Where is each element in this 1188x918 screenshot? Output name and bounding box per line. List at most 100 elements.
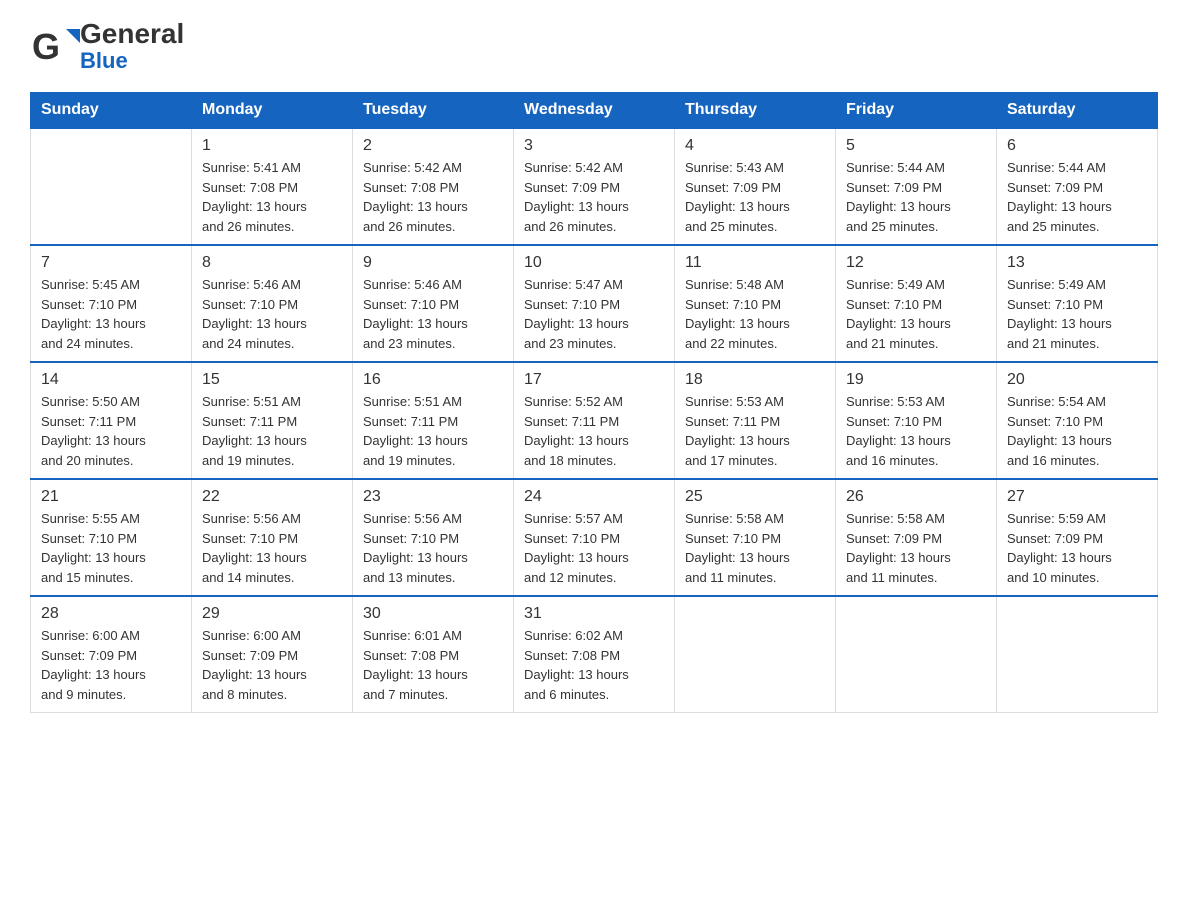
- day-number: 31: [524, 605, 664, 623]
- day-number: 3: [524, 137, 664, 155]
- day-info: Sunrise: 5:53 AM Sunset: 7:10 PM Dayligh…: [846, 392, 986, 470]
- svg-text:G: G: [32, 26, 60, 67]
- calendar-cell: 10Sunrise: 5:47 AM Sunset: 7:10 PM Dayli…: [514, 245, 675, 362]
- calendar-cell: 2 Sunrise: 5:42 AM Sunset: 7:08 PM Daylig…: [353, 128, 514, 245]
- day-info: Sunrise: 5:56 AM Sunset: 7:10 PM Dayligh…: [363, 509, 503, 587]
- calendar-cell: 13 Sunrise: 5:49 AM Sunset: 7:10 PM Dayli…: [997, 245, 1158, 362]
- calendar-cell: 14 Sunrise: 5:50 AM Sunset: 7:11 PM Dayli…: [31, 362, 192, 479]
- calendar-cell: 3 Sunrise: 5:42 AM Sunset: 7:09 PM Daylig…: [514, 128, 675, 245]
- calendar-cell: 19Sunrise: 5:53 AM Sunset: 7:10 PM Dayli…: [836, 362, 997, 479]
- calendar-cell: 7Sunrise: 5:45 AM Sunset: 7:10 PM Daylig…: [31, 245, 192, 362]
- calendar-cell: 11 Sunrise: 5:48 AM Sunset: 7:10 PM Dayli…: [675, 245, 836, 362]
- day-number: 28: [41, 605, 181, 623]
- day-info: Sunrise: 6:00 AM Sunset: 7:09 PM Dayligh…: [202, 626, 342, 704]
- calendar-cell: 6 Sunrise: 5:44 AM Sunset: 7:09 PM Daylig…: [997, 128, 1158, 245]
- header-tuesday: Tuesday: [353, 93, 514, 129]
- day-number: 6: [1007, 137, 1147, 155]
- day-number: 12: [846, 254, 986, 272]
- day-info: Sunrise: 5:46 AM Sunset: 7:10 PM Dayligh…: [363, 275, 503, 353]
- day-number: 7: [41, 254, 181, 272]
- day-info: Sunrise: 5:44 AM Sunset: 7:09 PM Dayligh…: [1007, 158, 1147, 236]
- calendar-cell: 30Sunrise: 6:01 AM Sunset: 7:08 PM Dayli…: [353, 596, 514, 713]
- day-number: 2: [363, 137, 503, 155]
- day-number: 16: [363, 371, 503, 389]
- day-number: 18: [685, 371, 825, 389]
- day-info: Sunrise: 6:02 AM Sunset: 7:08 PM Dayligh…: [524, 626, 664, 704]
- day-info: Sunrise: 5:53 AM Sunset: 7:11 PM Dayligh…: [685, 392, 825, 470]
- day-number: 17: [524, 371, 664, 389]
- calendar-week-row: 28 Sunrise: 6:00 AM Sunset: 7:09 PM Dayli…: [31, 596, 1158, 713]
- calendar-week-row: 14 Sunrise: 5:50 AM Sunset: 7:11 PM Dayli…: [31, 362, 1158, 479]
- calendar-cell: 16 Sunrise: 5:51 AM Sunset: 7:11 PM Dayli…: [353, 362, 514, 479]
- calendar-week-row: 7Sunrise: 5:45 AM Sunset: 7:10 PM Daylig…: [31, 245, 1158, 362]
- calendar-cell: 20 Sunrise: 5:54 AM Sunset: 7:10 PM Dayli…: [997, 362, 1158, 479]
- header-monday: Monday: [192, 93, 353, 129]
- day-info: Sunrise: 5:42 AM Sunset: 7:08 PM Dayligh…: [363, 158, 503, 236]
- day-info: Sunrise: 5:44 AM Sunset: 7:09 PM Dayligh…: [846, 158, 986, 236]
- calendar-week-row: 1 Sunrise: 5:41 AM Sunset: 7:08 PM Daylig…: [31, 128, 1158, 245]
- weekday-header-row: Sunday Monday Tuesday Wednesday Thursday…: [31, 93, 1158, 129]
- day-info: Sunrise: 5:57 AM Sunset: 7:10 PM Dayligh…: [524, 509, 664, 587]
- calendar-cell: 21 Sunrise: 5:55 AM Sunset: 7:10 PM Dayli…: [31, 479, 192, 596]
- day-info: Sunrise: 5:52 AM Sunset: 7:11 PM Dayligh…: [524, 392, 664, 470]
- day-number: 30: [363, 605, 503, 623]
- day-number: 26: [846, 488, 986, 506]
- day-info: Sunrise: 5:51 AM Sunset: 7:11 PM Dayligh…: [202, 392, 342, 470]
- calendar-cell: 1 Sunrise: 5:41 AM Sunset: 7:08 PM Daylig…: [192, 128, 353, 245]
- calendar-cell: 5 Sunrise: 5:44 AM Sunset: 7:09 PM Daylig…: [836, 128, 997, 245]
- logo-icon: G: [30, 21, 80, 71]
- day-number: 4: [685, 137, 825, 155]
- day-number: 5: [846, 137, 986, 155]
- page-header: G General Blue: [30, 20, 1158, 72]
- header-friday: Friday: [836, 93, 997, 129]
- day-number: 23: [363, 488, 503, 506]
- day-info: Sunrise: 5:48 AM Sunset: 7:10 PM Dayligh…: [685, 275, 825, 353]
- day-info: Sunrise: 5:51 AM Sunset: 7:11 PM Dayligh…: [363, 392, 503, 470]
- day-number: 14: [41, 371, 181, 389]
- day-number: 10: [524, 254, 664, 272]
- day-number: 20: [1007, 371, 1147, 389]
- header-thursday: Thursday: [675, 93, 836, 129]
- calendar-cell: 8 Sunrise: 5:46 AM Sunset: 7:10 PM Daylig…: [192, 245, 353, 362]
- day-number: 29: [202, 605, 342, 623]
- day-number: 24: [524, 488, 664, 506]
- calendar-cell: [675, 596, 836, 713]
- header-saturday: Saturday: [997, 93, 1158, 129]
- day-number: 1: [202, 137, 342, 155]
- calendar-table: Sunday Monday Tuesday Wednesday Thursday…: [30, 92, 1158, 713]
- calendar-cell: 22Sunrise: 5:56 AM Sunset: 7:10 PM Dayli…: [192, 479, 353, 596]
- day-number: 27: [1007, 488, 1147, 506]
- calendar-cell: 31 Sunrise: 6:02 AM Sunset: 7:08 PM Dayli…: [514, 596, 675, 713]
- calendar-cell: 23 Sunrise: 5:56 AM Sunset: 7:10 PM Dayli…: [353, 479, 514, 596]
- calendar-cell: [997, 596, 1158, 713]
- day-info: Sunrise: 5:55 AM Sunset: 7:10 PM Dayligh…: [41, 509, 181, 587]
- day-info: Sunrise: 5:50 AM Sunset: 7:11 PM Dayligh…: [41, 392, 181, 470]
- day-number: 11: [685, 254, 825, 272]
- calendar-cell: 4Sunrise: 5:43 AM Sunset: 7:09 PM Daylig…: [675, 128, 836, 245]
- calendar-week-row: 21 Sunrise: 5:55 AM Sunset: 7:10 PM Dayli…: [31, 479, 1158, 596]
- calendar-cell: 29 Sunrise: 6:00 AM Sunset: 7:09 PM Dayli…: [192, 596, 353, 713]
- day-info: Sunrise: 5:49 AM Sunset: 7:10 PM Dayligh…: [846, 275, 986, 353]
- day-number: 15: [202, 371, 342, 389]
- day-number: 21: [41, 488, 181, 506]
- day-info: Sunrise: 5:42 AM Sunset: 7:09 PM Dayligh…: [524, 158, 664, 236]
- day-number: 8: [202, 254, 342, 272]
- day-info: Sunrise: 5:49 AM Sunset: 7:10 PM Dayligh…: [1007, 275, 1147, 353]
- day-info: Sunrise: 5:54 AM Sunset: 7:10 PM Dayligh…: [1007, 392, 1147, 470]
- calendar-cell: 18 Sunrise: 5:53 AM Sunset: 7:11 PM Dayli…: [675, 362, 836, 479]
- day-number: 13: [1007, 254, 1147, 272]
- day-info: Sunrise: 5:59 AM Sunset: 7:09 PM Dayligh…: [1007, 509, 1147, 587]
- day-info: Sunrise: 5:41 AM Sunset: 7:08 PM Dayligh…: [202, 158, 342, 236]
- calendar-cell: 24 Sunrise: 5:57 AM Sunset: 7:10 PM Dayli…: [514, 479, 675, 596]
- calendar-cell: 28Sunrise: 6:00 AM Sunset: 7:09 PM Dayli…: [31, 596, 192, 713]
- header-wednesday: Wednesday: [514, 93, 675, 129]
- calendar-cell: 12 Sunrise: 5:49 AM Sunset: 7:10 PM Dayli…: [836, 245, 997, 362]
- calendar-cell: 27 Sunrise: 5:59 AM Sunset: 7:09 PM Dayli…: [997, 479, 1158, 596]
- day-info: Sunrise: 5:46 AM Sunset: 7:10 PM Dayligh…: [202, 275, 342, 353]
- day-number: 22: [202, 488, 342, 506]
- calendar-cell: 15 Sunrise: 5:51 AM Sunset: 7:11 PM Dayli…: [192, 362, 353, 479]
- day-info: Sunrise: 5:58 AM Sunset: 7:09 PM Dayligh…: [846, 509, 986, 587]
- calendar-cell: 25Sunrise: 5:58 AM Sunset: 7:10 PM Dayli…: [675, 479, 836, 596]
- header-sunday: Sunday: [31, 93, 192, 129]
- day-number: 25: [685, 488, 825, 506]
